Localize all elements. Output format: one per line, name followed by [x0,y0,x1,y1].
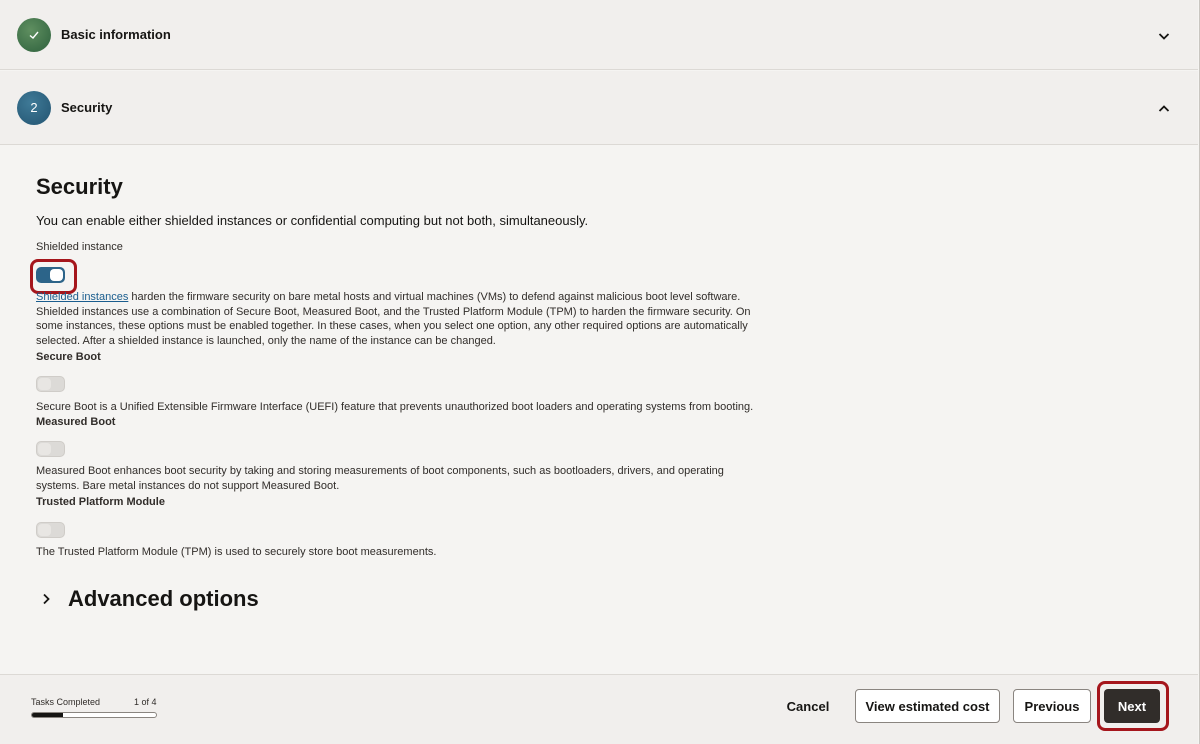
tpm-description: The Trusted Platform Module (TPM) is use… [36,546,437,558]
previous-button[interactable]: Previous [1013,689,1091,723]
checkmark-icon [29,31,39,39]
section-intro: You can enable either shielded instances… [36,213,589,228]
toggle-knob [38,378,51,390]
security-panel: Security You can enable either shielded … [0,146,1198,656]
step-number: 2 [30,100,38,115]
secure-boot-description: Secure Boot is a Unified Extensible Firm… [36,401,754,413]
tasks-completed-label: Tasks Completed [31,697,101,707]
step-number-badge: 2 [17,90,51,125]
step-basic-information-header[interactable]: Basic information [0,0,1198,70]
tasks-completed-count: 1 of 4 [134,697,157,707]
shielded-description-text: harden the firmware security on bare met… [36,291,751,347]
next-button[interactable]: Next [1104,689,1160,723]
chevron-down-icon[interactable] [1158,29,1170,40]
toggle-knob [50,269,63,281]
step-title: Basic information [61,27,171,42]
shielded-instances-link[interactable]: Shielded instances [36,291,128,303]
tpm-toggle[interactable] [36,522,65,538]
shielded-instance-description: Shielded instances harden the firmware s… [36,290,756,348]
step-security-header[interactable]: 2 Security [0,71,1198,145]
tasks-progress-bar [31,712,157,718]
cancel-button[interactable]: Cancel [776,689,840,723]
tpm-label: Trusted Platform Module [36,496,165,508]
toggle-knob [38,443,51,455]
shielded-instance-toggle[interactable] [36,267,65,283]
chevron-right-icon [43,593,50,605]
secure-boot-label: Secure Boot [36,351,101,363]
shielded-instance-label: Shielded instance [36,241,123,253]
progress-fill [32,713,63,717]
view-estimated-cost-button[interactable]: View estimated cost [855,689,1000,723]
page-frame: Basic information 2 Security Security Yo… [0,0,1200,744]
section-title: Security [36,174,123,199]
toggle-knob [38,524,51,536]
measured-boot-description: Measured Boot enhances boot security by … [36,465,724,492]
step-title: Security [61,100,113,115]
measured-boot-toggle[interactable] [36,441,65,457]
step-complete-badge [17,17,51,52]
advanced-options-toggle[interactable]: Advanced options [40,586,259,612]
secure-boot-toggle[interactable] [36,376,65,392]
measured-boot-label: Measured Boot [36,416,116,428]
wizard-footer: Tasks Completed 1 of 4 Cancel View estim… [0,674,1198,744]
advanced-options-label: Advanced options [68,586,259,611]
chevron-up-icon[interactable] [1158,102,1170,112]
